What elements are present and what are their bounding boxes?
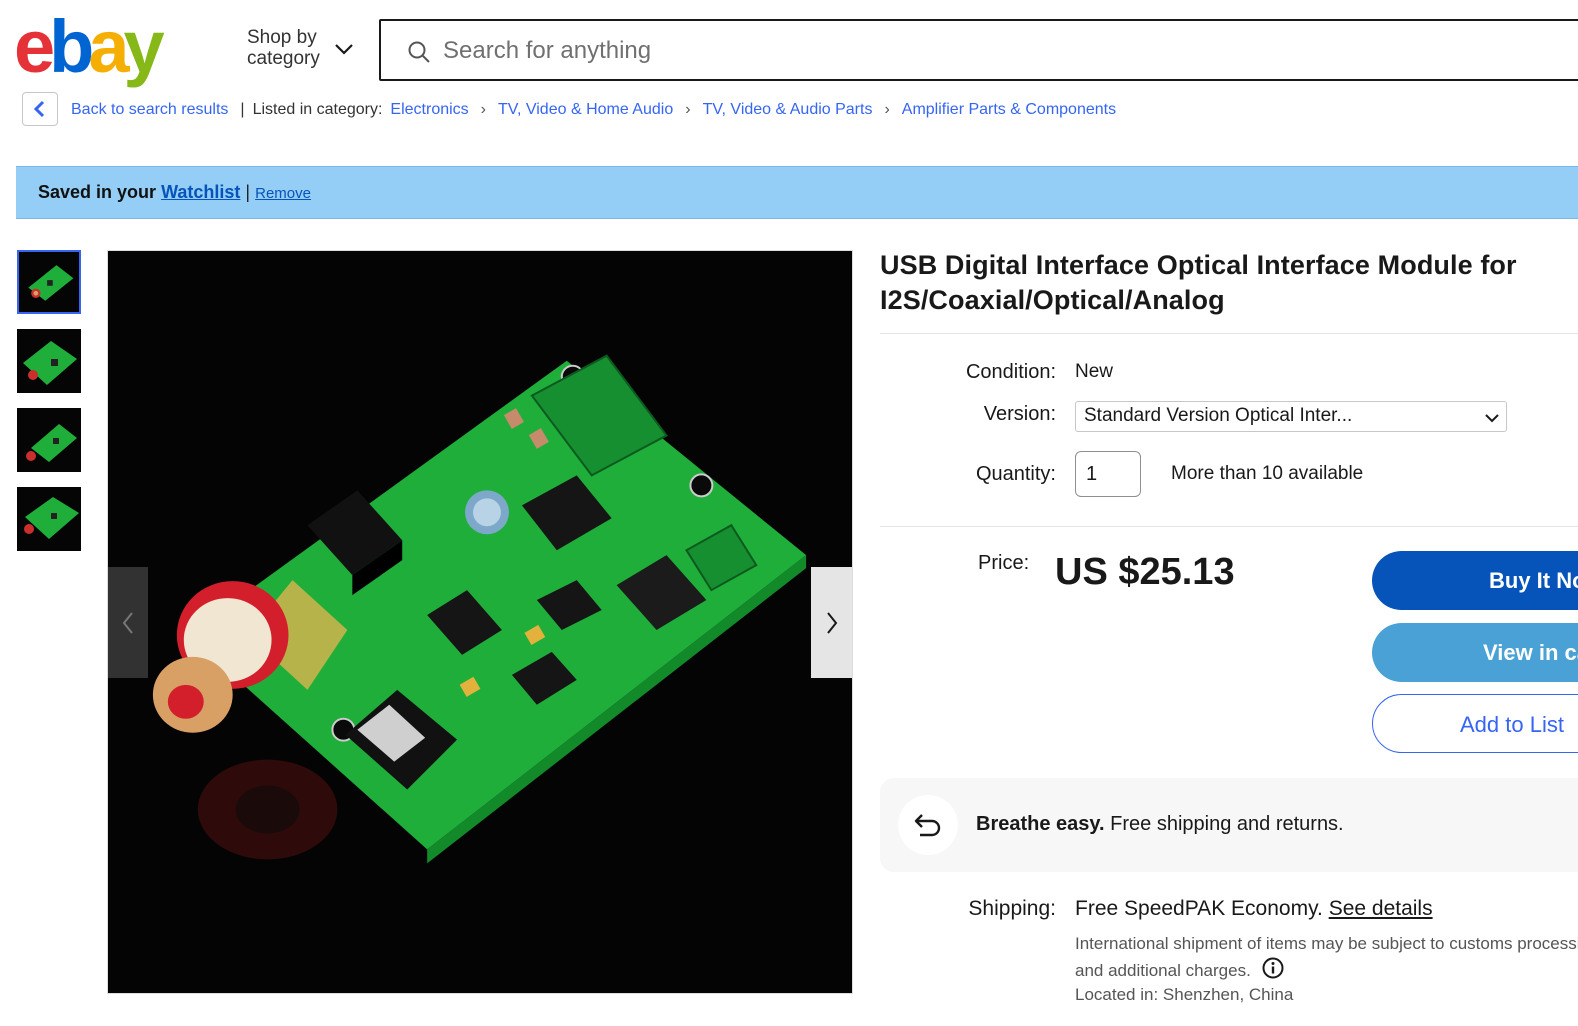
quantity-label: Quantity: (975, 463, 1056, 485)
divider (880, 333, 1578, 334)
search-input[interactable] (443, 33, 1343, 69)
free-returns-promo: Breathe easy. Free shipping and returns. (880, 778, 1578, 872)
promo-text: Free shipping and returns. (1104, 813, 1344, 835)
promo-bold: Breathe easy. (976, 813, 1105, 835)
version-select[interactable]: Standard Version Optical Inter... (1075, 401, 1507, 432)
shipping-main: Free SpeedPAK Economy. See details (1075, 897, 1433, 921)
info-icon[interactable] (1262, 957, 1284, 979)
watchlist-banner: Saved in your Watchlist | Remove (16, 166, 1578, 219)
version-label: Version: (983, 403, 1056, 425)
main-product-image[interactable] (107, 250, 853, 994)
remove-link[interactable]: Remove (255, 185, 311, 202)
image-next-button[interactable] (811, 567, 852, 678)
breadcrumb-item-tv-video-home-audio[interactable]: TV, Video & Home Audio (498, 101, 673, 119)
back-to-search-link[interactable]: Back to search results (71, 101, 228, 119)
watchlist-link[interactable]: Watchlist (161, 182, 240, 202)
shipping-note: International shipment of items may be s… (1075, 930, 1578, 984)
condition-value: New (1075, 361, 1114, 382)
breadcrumb: Back to search results | Listed in categ… (71, 101, 1116, 119)
breadcrumb-separator: | (240, 101, 245, 118)
chevron-right-icon: › (480, 101, 486, 118)
image-prev-button[interactable] (108, 567, 148, 678)
back-button[interactable] (22, 92, 58, 126)
breadcrumb-item-electronics[interactable]: Electronics (390, 101, 468, 119)
quantity-input[interactable] (1075, 451, 1141, 497)
ebay-logo[interactable]: ebay (14, 5, 194, 88)
search-icon (407, 40, 431, 64)
shop-by-line2: category (247, 48, 320, 69)
chevron-right-icon: › (685, 101, 691, 118)
shipping-label: Shipping: (968, 897, 1056, 920)
divider (880, 526, 1578, 527)
shop-by-line1: Shop by (247, 27, 317, 48)
thumbnail-3[interactable] (17, 408, 81, 472)
chevron-right-icon (826, 611, 837, 634)
thumbnail-4[interactable] (17, 487, 81, 551)
item-location: Located in: Shenzhen, China (1075, 985, 1294, 1004)
shop-by-category-button[interactable]: Shop by category (247, 27, 320, 69)
add-to-list-button[interactable]: Add to List (1372, 694, 1578, 753)
condition-label: Condition: (965, 361, 1056, 383)
product-title: USB Digital Interface Optical Interface … (880, 250, 1517, 315)
svg-text:ebay: ebay (14, 12, 165, 88)
price-label: Price: (978, 552, 1030, 574)
see-details-link[interactable]: See details (1329, 897, 1433, 920)
listed-in-label: Listed in category: (252, 101, 383, 118)
buy-it-now-button[interactable]: Buy It Now (1372, 551, 1578, 610)
shipping-note-line1: International shipment of items may be s… (1075, 934, 1578, 953)
chevron-down-icon (1485, 414, 1499, 423)
availability-text: More than 10 available (1171, 463, 1364, 484)
view-in-cart-button[interactable]: View in cart (1372, 623, 1578, 682)
shipping-note-line2: and additional charges. (1075, 961, 1251, 980)
chevron-left-icon (122, 611, 133, 634)
search-bar[interactable] (379, 19, 1578, 81)
price-value: US $25.13 (1055, 551, 1235, 593)
chevron-right-icon: › (884, 101, 890, 118)
chevron-down-icon[interactable] (333, 38, 355, 60)
breadcrumb-item-tv-video-audio-parts[interactable]: TV, Video & Audio Parts (703, 101, 873, 119)
shipping-method: Free SpeedPAK Economy. (1075, 897, 1329, 920)
banner-separator: | (245, 182, 251, 202)
thumbnail-1[interactable] (17, 250, 81, 314)
chevron-left-icon (33, 100, 45, 118)
banner-prefix: Saved in your (38, 182, 157, 202)
breadcrumb-item-amplifier-parts[interactable]: Amplifier Parts & Components (902, 101, 1116, 119)
version-selected-value: Standard Version Optical Inter... (1084, 405, 1353, 426)
return-icon (898, 795, 958, 855)
thumbnail-2[interactable] (17, 329, 81, 393)
